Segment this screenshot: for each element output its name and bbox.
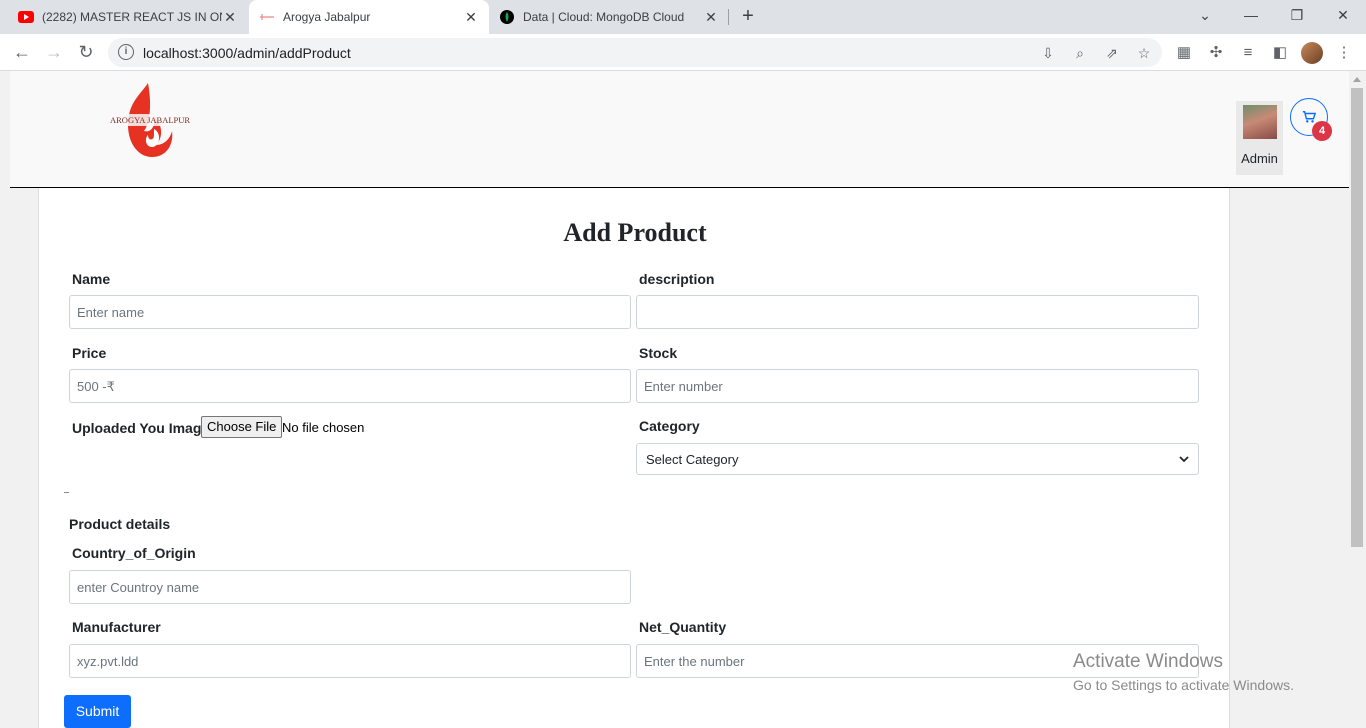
tab-youtube[interactable]: (2282) MASTER REACT JS IN ONE ✕ [8,0,248,34]
file-status-text: No file chosen [282,420,365,435]
chevron-down-icon [1179,456,1189,463]
browser-tab-bar: (2282) MASTER REACT JS IN ONE ✕ Arogya J… [0,0,1366,34]
cart-count-badge: 4 [1312,121,1332,141]
tab-title: Data | Cloud: MongoDB Cloud [523,10,685,24]
product-details-heading: Product details [69,516,171,532]
add-product-form: Add Product Name description Price Stock… [38,188,1230,728]
forward-icon[interactable]: → [42,40,66,64]
stock-label: Stock [639,345,678,361]
back-icon[interactable]: ← [10,40,34,64]
tab-search-icon[interactable]: ⌄ [1182,0,1228,30]
submit-button[interactable]: Submit [64,695,131,728]
price-input[interactable] [69,369,631,403]
manufacturer-label: Manufacturer [72,619,161,635]
calculator-extension-icon[interactable]: ▦ [1175,44,1193,62]
close-tab-icon[interactable]: ✕ [703,9,719,26]
watermark-title: Activate Windows [1073,651,1223,672]
mongodb-leaf-icon [499,9,515,25]
country-label: Country_of_Origin [72,545,196,561]
new-tab-button[interactable]: + [737,5,759,27]
share-icon[interactable]: ⇗ [1104,45,1120,61]
close-window-button[interactable]: ✕ [1320,0,1366,30]
arogya-logo[interactable]: AROGYA JABALPUR [110,81,191,161]
admin-profile[interactable]: Admin [1236,101,1283,175]
tab-mongodb[interactable]: Data | Cloud: MongoDB Cloud ✕ [489,0,729,34]
close-tab-icon[interactable]: ✕ [222,9,238,26]
extensions-puzzle-icon[interactable]: ✣ [1207,44,1225,62]
site-favicon [259,9,275,25]
net-quantity-label: Net_Quantity [639,619,727,635]
description-input[interactable] [636,295,1199,329]
description-label: description [639,271,715,287]
site-header: AROGYA JABALPUR Admin 4 [10,71,1349,188]
price-label: Price [72,345,107,361]
site-info-icon[interactable]: i [118,44,134,60]
windows-activation-watermark: Activate Windows Go to Settings to activ… [1073,651,1294,693]
zoom-icon[interactable]: ⌕ [1072,45,1088,61]
page-viewport: AROGYA JABALPUR Admin 4 Add Product Name… [0,71,1366,728]
category-select[interactable]: Select Category [636,443,1199,475]
admin-avatar [1242,105,1277,139]
category-label: Category [639,418,700,434]
profile-avatar[interactable] [1301,42,1323,64]
bookmark-star-icon[interactable]: ☆ [1136,45,1152,61]
tab-title: (2282) MASTER REACT JS IN ONE [42,10,222,24]
logo-text: AROGYA JABALPUR [110,115,191,125]
close-tab-icon[interactable]: ✕ [463,9,479,26]
watermark-subtitle: Go to Settings to activate Windows. [1073,677,1294,693]
minimize-button[interactable]: — [1228,0,1274,30]
country-input[interactable] [69,570,631,604]
image-upload-label: Uploaded You Image [72,420,210,436]
tab-separator [728,9,729,25]
cart-icon [1302,111,1316,123]
divider [64,492,69,493]
name-input[interactable] [69,295,631,329]
scroll-up-arrow-icon[interactable] [1353,77,1361,82]
tab-arogya[interactable]: Arogya Jabalpur ✕ [249,0,489,34]
name-label: Name [72,271,111,287]
choose-file-button[interactable]: Choose File [201,416,283,438]
admin-label: Admin [1241,151,1278,166]
restore-button[interactable]: ❐ [1274,0,1320,30]
manufacturer-input[interactable] [69,644,631,678]
page-scrollbar[interactable] [1349,71,1366,728]
category-selected-value: Select Category [646,451,739,467]
youtube-icon [18,9,34,25]
side-panel-icon[interactable]: ◧ [1271,44,1289,62]
url-text[interactable]: localhost:3000/admin/addProduct [143,45,351,61]
tab-title: Arogya Jabalpur [283,10,371,24]
scrollbar-thumb[interactable] [1351,88,1363,547]
media-controls-icon[interactable]: ≡ [1239,44,1257,62]
menu-kebab-icon[interactable]: ⋮ [1335,44,1353,62]
stock-input[interactable] [636,369,1199,403]
browser-toolbar: ← → ↻ i localhost:3000/admin/addProduct … [0,34,1366,71]
reload-icon[interactable]: ↻ [74,40,98,64]
page-title: Add Product [563,218,707,247]
install-app-icon[interactable]: ⇩ [1040,45,1056,61]
address-bar[interactable]: i localhost:3000/admin/addProduct ⇩ ⌕ ⇗ … [108,38,1162,67]
